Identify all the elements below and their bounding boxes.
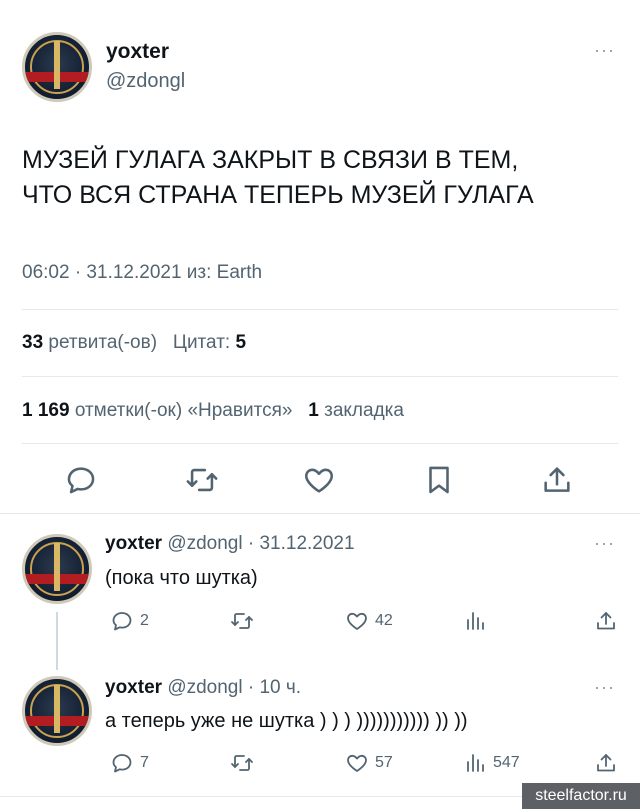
tweet-text-line-1: МУЗЕЙ ГУЛАГА ЗАКРЫТ В СВЯЗИ В ТЕМ, — [22, 146, 519, 174]
reply-share-button[interactable] — [594, 608, 624, 634]
retweet-stats[interactable]: 33 ретвита(-ов) Цитат: 5 — [22, 332, 246, 354]
likes-label: отметки(-ок) «Нравится» — [74, 400, 293, 421]
reply-header[interactable]: yoxter @zdongl · 31.12.2021 — [105, 533, 355, 555]
bookmark-button[interactable] — [422, 463, 456, 497]
heart-icon — [305, 468, 333, 493]
retweet-icon — [231, 755, 253, 771]
retweets-count: 33 — [22, 332, 44, 353]
divider — [22, 443, 618, 444]
retweets-label: ретвита(-ов) — [48, 332, 158, 353]
reply-author-avatar[interactable] — [22, 534, 92, 604]
share-icon — [597, 754, 615, 772]
tweet-text: МУЗЕЙ ГУЛАГА ЗАКРЫТ В СВЯЗИ В ТЕМ, ЧТО В… — [22, 143, 622, 213]
quotes-label: Цитат: — [172, 332, 231, 353]
reply-button[interactable] — [64, 463, 98, 497]
watermark-label: steelfactor.ru — [522, 783, 640, 809]
reply-views-button[interactable] — [463, 608, 493, 634]
main-author-handle[interactable]: @zdongl — [106, 70, 185, 93]
likes-count: 1 169 — [22, 400, 70, 421]
tweet-meta[interactable]: 06:02 · 31.12.2021 из: Earth — [22, 262, 262, 284]
views-icon — [467, 754, 484, 772]
reply-author-handle: @zdongl · 31.12.2021 — [167, 533, 355, 554]
avatar-tower — [54, 685, 60, 734]
reply-count: 7 — [140, 754, 149, 771]
reply-reply-button[interactable]: 2 — [110, 608, 149, 634]
views-count: 547 — [493, 754, 520, 771]
reply-retweet-button[interactable] — [230, 750, 260, 776]
reply-like-button[interactable]: 42 — [345, 608, 393, 634]
more-options-icon[interactable]: ··· — [594, 677, 615, 698]
main-author-name[interactable]: yoxter — [106, 40, 169, 64]
main-author-avatar[interactable] — [22, 32, 92, 102]
retweet-button[interactable] — [185, 463, 219, 497]
bookmark-icon — [429, 466, 449, 494]
share-icon — [597, 612, 615, 630]
reply-count: 2 — [140, 612, 149, 629]
thread-connector — [56, 612, 58, 670]
more-options-icon[interactable]: ··· — [594, 533, 615, 554]
heart-icon — [347, 754, 367, 772]
reply-author-handle: @zdongl · 10 ч. — [167, 677, 302, 698]
reply-icon — [67, 467, 95, 494]
divider — [22, 376, 618, 377]
reply-icon — [112, 612, 132, 631]
reply-icon — [112, 754, 132, 773]
reply-author-name: yoxter — [105, 533, 163, 554]
like-count: 57 — [375, 754, 393, 771]
quotes-count: 5 — [235, 332, 247, 353]
bookmarks-count: 1 — [308, 400, 319, 421]
reply-author-name: yoxter — [105, 677, 163, 698]
reply-author-avatar[interactable] — [22, 676, 92, 746]
avatar-tower — [54, 543, 60, 592]
reply-header[interactable]: yoxter @zdongl · 10 ч. — [105, 677, 301, 699]
reply-like-button[interactable]: 57 — [345, 750, 393, 776]
like-count: 42 — [375, 612, 393, 629]
views-icon — [467, 612, 484, 630]
like-stats[interactable]: 1 169 отметки(-ок) «Нравится» 1 закладка — [22, 400, 404, 422]
more-options-icon[interactable]: ··· — [594, 40, 615, 61]
retweet-icon — [186, 468, 218, 492]
divider — [22, 309, 618, 310]
reply-text: а теперь уже не шутка ) ) ) ))))))))))) … — [105, 710, 468, 732]
avatar-tower — [54, 41, 60, 90]
reply-text: (пока что шутка) — [105, 567, 258, 589]
like-button[interactable] — [302, 463, 336, 497]
reply-reply-button[interactable]: 7 — [110, 750, 149, 776]
share-button[interactable] — [540, 463, 574, 497]
reply-retweet-button[interactable] — [230, 608, 260, 634]
reply-share-button[interactable] — [594, 750, 624, 776]
divider — [0, 513, 640, 514]
bookmarks-label: закладка — [324, 400, 404, 421]
heart-icon — [347, 612, 367, 630]
share-icon — [544, 467, 570, 492]
retweet-icon — [231, 613, 253, 629]
reply-views-button[interactable]: 547 — [463, 750, 520, 776]
tweet-text-line-2: ЧТО ВСЯ СТРАНА ТЕПЕРЬ МУЗЕЙ ГУЛАГА — [22, 181, 534, 209]
